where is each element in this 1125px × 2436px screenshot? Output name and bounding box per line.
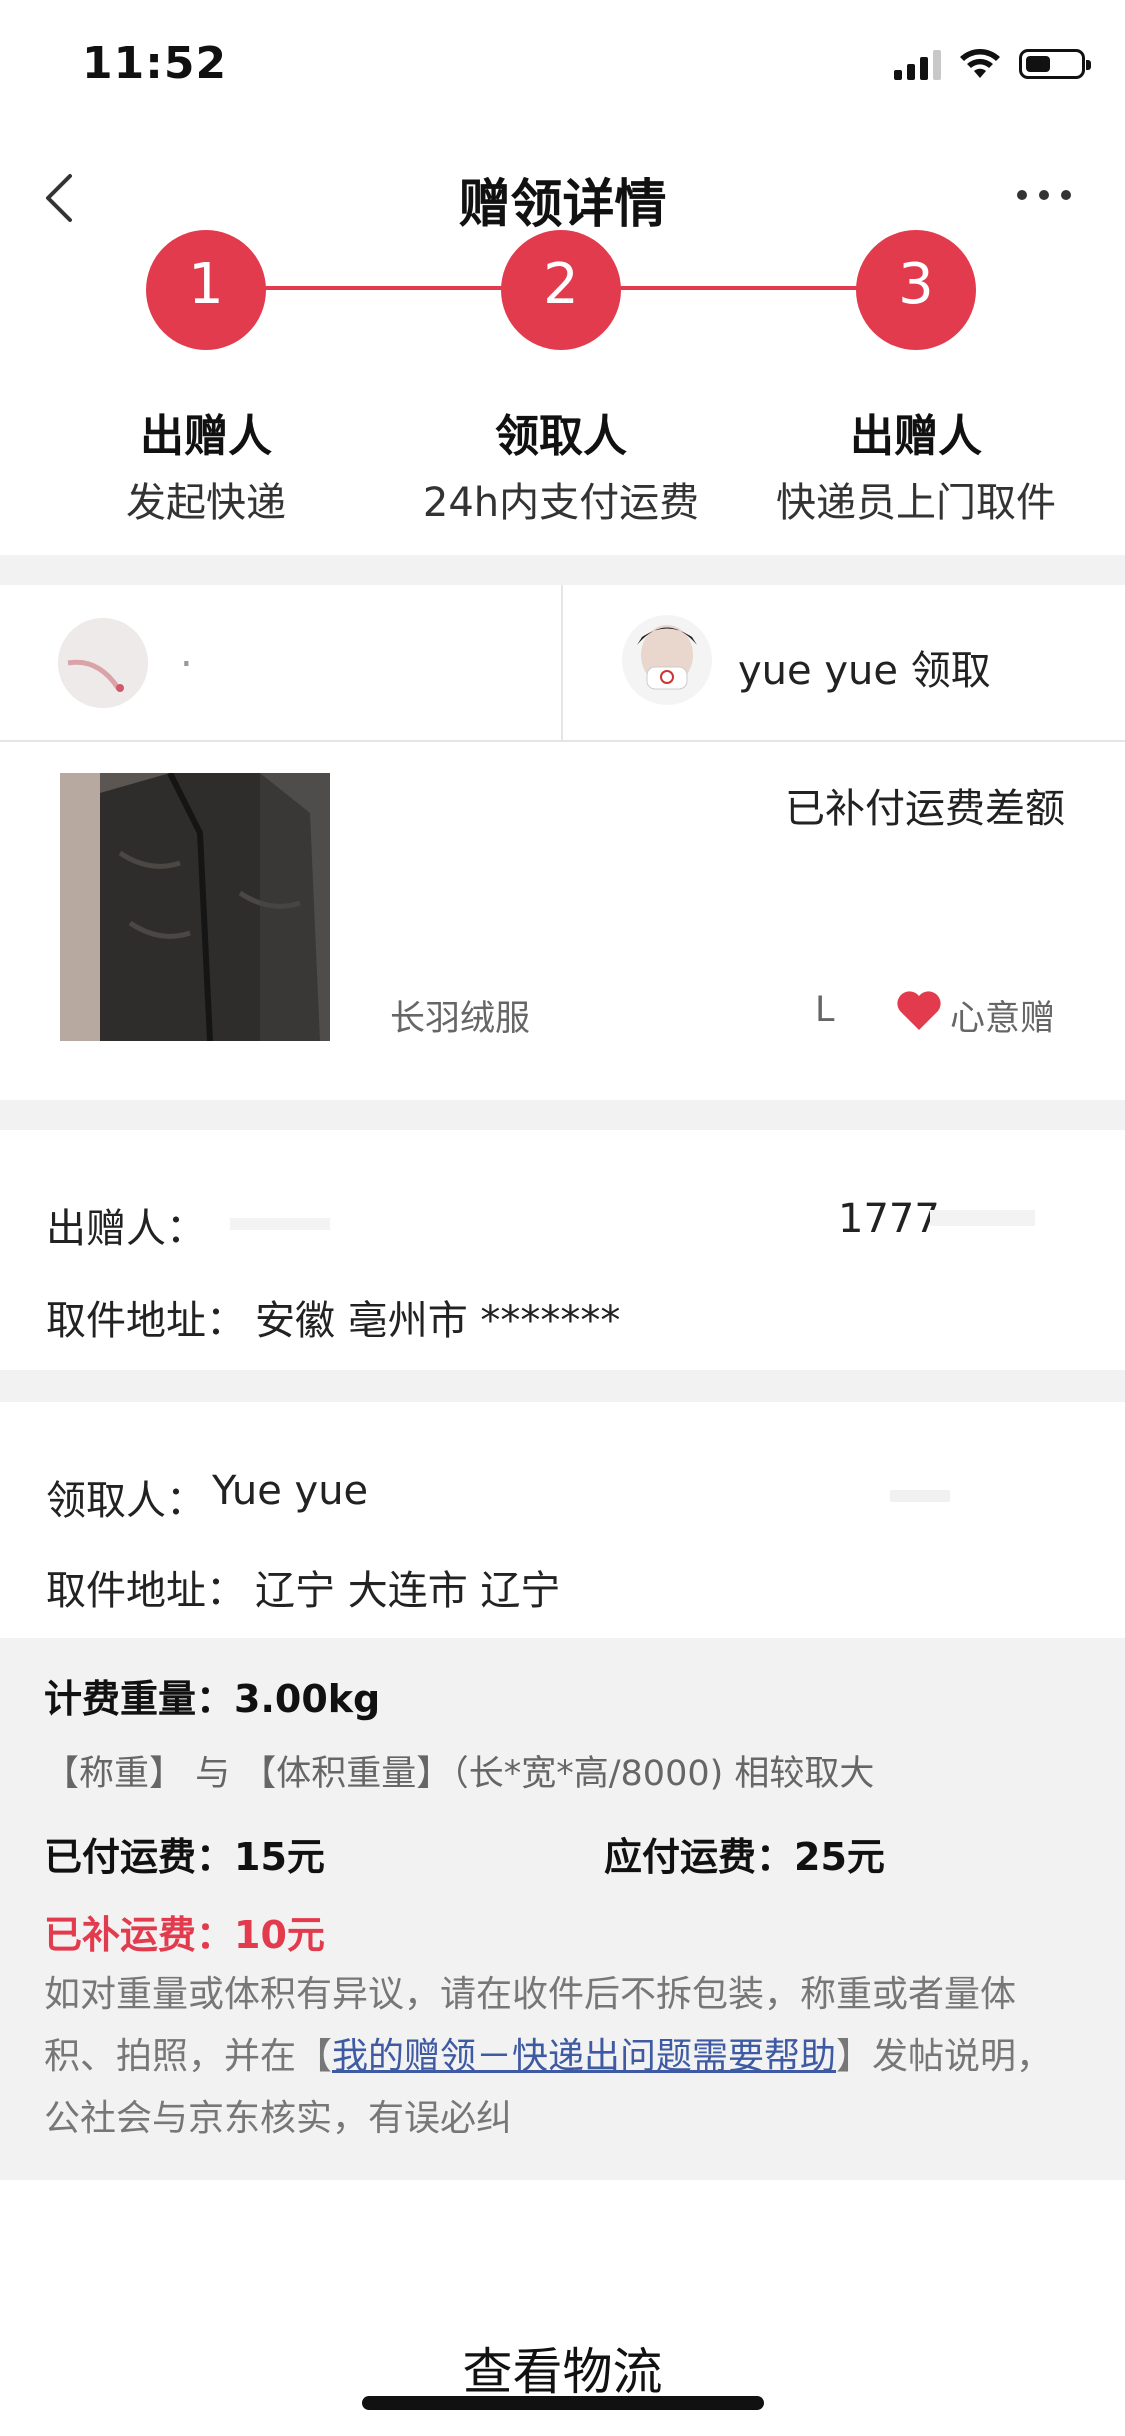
heart-icon: [897, 991, 941, 1030]
dispute-note: 如对重量或体积有异议，请在收件后不拆包装，称重或者量体积、拍照，并在【我的赠领－…: [44, 1964, 1074, 2150]
item-name: 长羽绒服: [390, 999, 531, 1039]
signal-icon: [894, 48, 941, 80]
item-tag: 心意赠: [950, 999, 1056, 1039]
giver-address-label: 取件地址：: [46, 1298, 246, 1344]
receiver-label-text: 领取人：: [46, 1478, 206, 1524]
step-2-desc: 24h内支付运费: [422, 480, 700, 526]
step-1-circle: 1: [146, 230, 266, 350]
step-1-title: 出赠人: [140, 411, 272, 462]
giver-address: 安徽 亳州市 *******: [255, 1298, 621, 1344]
item-status: 已补付运费差额: [785, 786, 1065, 832]
step-3-title: 出赠人: [850, 411, 982, 462]
receiver-phone-redacted: [890, 1490, 950, 1502]
step-2-title: 领取人: [495, 411, 627, 462]
supplemented-fee: 已补运费：10元: [44, 1913, 325, 1957]
step-3-desc: 快递员上门取件: [776, 480, 1056, 526]
giver-phone-redacted: [930, 1210, 1035, 1226]
receiver-label: yue yue 领取: [738, 648, 991, 694]
receiver-name: Yue yue: [212, 1468, 369, 1514]
receiver-address: 辽宁 大连市 辽宁: [255, 1568, 561, 1614]
status-time: 11:52: [82, 38, 228, 89]
step-1-desc: 发起快递: [126, 480, 286, 526]
billing-weight: 计费重量：3.00kg: [44, 1677, 381, 1721]
view-logistics-button[interactable]: 查看物流: [0, 2332, 1125, 2404]
giver-name: .: [180, 630, 193, 676]
section-gap: [0, 1370, 1125, 1402]
giver-phone: 1777: [838, 1196, 940, 1242]
battery-icon: [1019, 49, 1091, 79]
help-link[interactable]: 我的赠领－快递出问题需要帮助: [332, 2036, 836, 2077]
giver-avatar: [58, 618, 148, 708]
receiver-avatar: [622, 615, 712, 705]
weight-rule: 【称重】 与 【体积重量】（长*宽*高/8000) 相较取大: [44, 1754, 875, 1794]
page-title: 赠领详情: [458, 175, 667, 235]
party-divider: [561, 585, 563, 740]
item-image[interactable]: [60, 773, 330, 1041]
paid-fee: 已付运费：15元: [44, 1835, 325, 1879]
row-divider: [0, 740, 1125, 742]
step-3-circle: 3: [856, 230, 976, 350]
giver-name-redacted: [230, 1218, 330, 1230]
home-indicator[interactable]: [362, 2396, 764, 2410]
giver-label: 出赠人：: [46, 1206, 206, 1252]
item-size: L: [815, 990, 835, 1030]
status-icons: [894, 48, 1091, 80]
due-fee: 应付运费：25元: [604, 1835, 885, 1879]
receiver-address-label: 取件地址：: [46, 1568, 246, 1614]
more-icon[interactable]: [1017, 190, 1071, 200]
section-gap: [0, 1100, 1125, 1130]
wifi-icon: [960, 49, 1000, 78]
step-2-circle: 2: [501, 230, 621, 350]
section-gap: [0, 555, 1125, 585]
